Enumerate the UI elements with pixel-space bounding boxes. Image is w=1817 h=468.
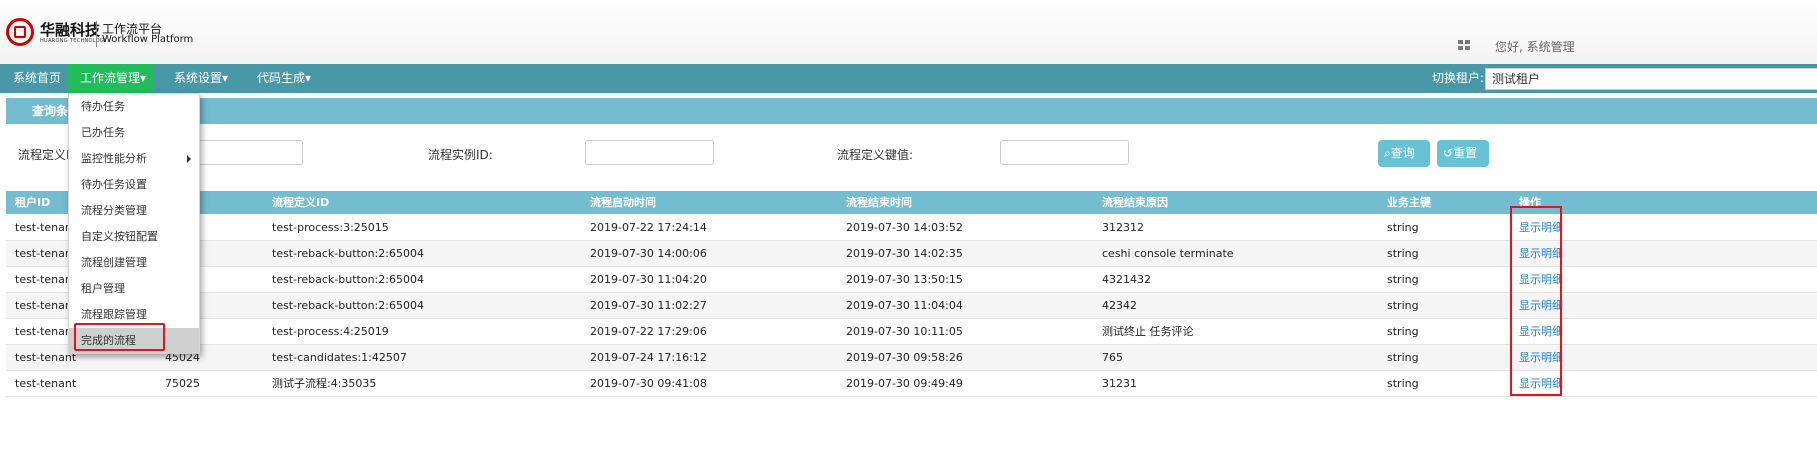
cell-end-time: 2019-07-30 13:50:15 (846, 273, 963, 286)
col-end-time: 流程结束时间 (846, 196, 912, 209)
nav-system-settings[interactable]: 系统设置▾ (174, 64, 228, 93)
nav-workflow-management[interactable]: 工作流管理▾ (67, 64, 153, 93)
cell-start-time: 2019-07-30 11:04:20 (590, 273, 707, 286)
highlight-completed-processes (74, 323, 165, 351)
logo-icon (6, 18, 34, 46)
col-business-key: 业务主键 (1387, 196, 1431, 209)
search-button-label: 查询 (1390, 146, 1415, 160)
cell-start-time: 2019-07-22 17:24:14 (590, 221, 707, 234)
process-def-id-label: 流程定义I (18, 148, 70, 162)
tenant-select[interactable]: 测试租户 (1485, 68, 1817, 90)
logo-divider (96, 21, 97, 47)
menu-item-todo-tasks[interactable]: 待办任务 (69, 94, 199, 120)
cell-start-time: 2019-07-22 17:29:06 (590, 325, 707, 338)
reset-button[interactable]: ↺重置 (1437, 140, 1489, 167)
cell-end-reason: 42342 (1102, 299, 1137, 312)
cell-tenant: test-tenant (15, 273, 77, 286)
menu-item-performance-monitoring[interactable]: 监控性能分析 (69, 146, 199, 172)
cell-tenant: test-tenant (15, 221, 77, 234)
cell-process-def: test-reback-button:2:65004 (272, 299, 424, 312)
refresh-icon: ↺ (1443, 146, 1454, 160)
cell-business-key: string (1387, 273, 1419, 286)
apps-grid-icon[interactable] (1458, 40, 1471, 52)
main-nav: 系统首页 工作流管理▾ 系统设置▾ 代码生成▾ 切换租户: 测试租户 (0, 64, 1817, 93)
menu-item-process-creation[interactable]: 流程创建管理 (69, 250, 199, 276)
cell-end-time: 2019-07-30 09:58:26 (846, 351, 963, 364)
cell-end-time: 2019-07-30 14:03:52 (846, 221, 963, 234)
cell-end-reason: 31231 (1102, 377, 1137, 390)
cell-end-reason: 测试终止 任务评论 (1102, 325, 1194, 338)
process-def-key-input[interactable] (1000, 140, 1129, 165)
search-button[interactable]: ⌕查询 (1378, 140, 1430, 167)
menu-item-custom-buttons[interactable]: 自定义按钮配置 (69, 224, 199, 250)
workflow-management-menu: 待办任务 已办任务 监控性能分析 待办任务设置 流程分类管理 自定义按钮配置 流… (68, 93, 200, 354)
menu-item-label: 监控性能分析 (81, 152, 147, 165)
cell-process-def: test-process:4:25019 (272, 325, 389, 338)
search-icon: ⌕ (1384, 146, 1391, 160)
menu-item-todo-settings[interactable]: 待办任务设置 (69, 172, 199, 198)
cell-business-key: string (1387, 351, 1419, 364)
nav-code-generation[interactable]: 代码生成▾ (257, 64, 311, 93)
cell-business-key: string (1387, 325, 1419, 338)
highlight-actions-column (1510, 206, 1562, 396)
cell-process-def: 测试子流程:4:35035 (272, 377, 377, 390)
query-panel-header: 查询条件 (6, 98, 1817, 124)
cell-tenant: test-tenant (15, 299, 77, 312)
cell-start-time: 2019-07-30 09:41:08 (590, 377, 707, 390)
cell-end-time: 2019-07-30 09:49:49 (846, 377, 963, 390)
cell-tenant: test-tenant (15, 325, 77, 338)
brand-name-en: HUARONG TECHNOLOGY (40, 38, 108, 44)
menu-item-category-management[interactable]: 流程分类管理 (69, 198, 199, 224)
cell-end-time: 2019-07-30 10:11:05 (846, 325, 963, 338)
cell-end-time: 2019-07-30 11:04:04 (846, 299, 963, 312)
cell-end-reason: 312312 (1102, 221, 1144, 234)
platform-name-en: Workflow Platform (102, 34, 194, 45)
cell-tenant: test-tenant (15, 377, 77, 390)
brand-name: 华融科技 (40, 21, 101, 39)
process-instance-id-input[interactable] (585, 140, 714, 165)
cell-business-key: string (1387, 221, 1419, 234)
col-start-time: 流程启动时间 (590, 196, 656, 209)
cell-business-key: string (1387, 377, 1419, 390)
menu-item-done-tasks[interactable]: 已办任务 (69, 120, 199, 146)
top-header: 华融科技 HUARONG TECHNOLOGY 工作流平台 Workflow P… (0, 0, 1817, 72)
col-process-def-id: 流程定义ID (272, 196, 330, 209)
nav-home[interactable]: 系统首页 (13, 64, 61, 93)
col-end-reason: 流程结束原因 (1102, 196, 1168, 209)
cell-business-key: string (1387, 247, 1419, 260)
cell-end-time: 2019-07-30 14:02:35 (846, 247, 963, 260)
cell-tenant: test-tenant (15, 247, 77, 260)
user-greeting[interactable]: 您好, 系统管理 (1495, 38, 1575, 55)
submenu-arrow-icon (187, 155, 191, 163)
cell-start-time: 2019-07-24 17:16:12 (590, 351, 707, 364)
process-instance-id-label: 流程实例ID: (428, 148, 493, 162)
cell-end-reason: 4321432 (1102, 273, 1151, 286)
tenant-switch-label: 切换租户: (1432, 71, 1485, 85)
col-tenant-id: 租户ID (15, 196, 51, 209)
cell-business-key: string (1387, 299, 1419, 312)
cell-end-reason: 765 (1102, 351, 1123, 364)
cell-start-time: 2019-07-30 14:00:06 (590, 247, 707, 260)
reset-button-label: 重置 (1453, 146, 1478, 160)
cell-process-def: test-process:3:25015 (272, 221, 389, 234)
process-def-key-label: 流程定义键值: (837, 148, 914, 162)
cell-process-def: test-candidates:1:42507 (272, 351, 407, 364)
cell-process-def: test-reback-button:2:65004 (272, 247, 424, 260)
cell-end-reason: ceshi console terminate (1102, 247, 1234, 260)
cell-process-def: test-reback-button:2:65004 (272, 273, 424, 286)
cell-start-time: 2019-07-30 11:02:27 (590, 299, 707, 312)
cell-tenant: test-tenant (15, 351, 77, 364)
cell-instance-id: 75025 (165, 377, 200, 390)
menu-item-tenant-management[interactable]: 租户管理 (69, 276, 199, 302)
